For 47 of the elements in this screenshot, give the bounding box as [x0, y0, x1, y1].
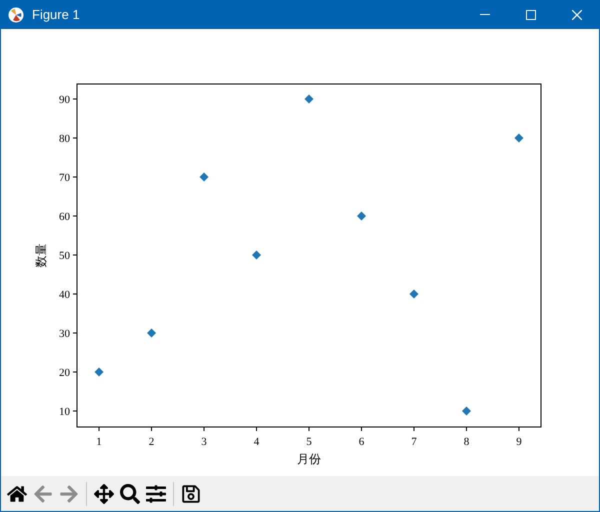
tick-mark: [72, 332, 78, 334]
y-tick-label: 40: [59, 289, 70, 301]
tick-mark: [518, 426, 520, 432]
x-axis-label: 月份: [297, 452, 321, 466]
home-icon: [7, 484, 27, 504]
y-tick-label: 30: [59, 328, 70, 340]
forward-arrow-icon: [59, 484, 79, 504]
x-tick-label: 8: [464, 436, 470, 448]
y-tick-label: 90: [59, 94, 70, 106]
y-tick-label: 70: [59, 172, 70, 184]
tick-mark: [466, 426, 467, 432]
tick-mark: [72, 176, 78, 178]
magnifier-icon: [120, 484, 140, 504]
tick-mark: [151, 426, 152, 432]
tick-mark: [98, 426, 100, 432]
x-tick-label: 5: [306, 436, 312, 448]
y-tick-label: 60: [59, 211, 70, 224]
x-tick-label: 1: [96, 436, 102, 448]
window-title: Figure 1: [32, 6, 80, 24]
x-tick-label: 2: [148, 436, 154, 448]
tick-mark: [256, 426, 257, 432]
minimize-icon: [480, 14, 490, 15]
sliders-icon: [146, 484, 166, 504]
maximize-icon: [526, 10, 536, 20]
tick-mark: [72, 216, 78, 217]
x-tick-label: 6: [358, 436, 364, 448]
tick-mark: [308, 426, 310, 432]
y-tick-label: 20: [59, 367, 70, 379]
x-tick-label: 9: [516, 436, 522, 448]
x-tick-label: 4: [254, 436, 260, 448]
y-tick-label: 10: [59, 406, 70, 418]
back-arrow-icon: [33, 484, 53, 504]
x-tick-label: 3: [201, 436, 207, 448]
move-arrows-icon: [94, 484, 114, 504]
tick-mark: [72, 98, 78, 100]
close-icon: [572, 10, 582, 20]
y-tick-label: 80: [59, 133, 70, 146]
x-tick-label: 7: [411, 436, 417, 448]
tick-mark: [72, 254, 78, 256]
tick-mark: [72, 138, 78, 139]
tick-mark: [72, 410, 78, 412]
tick-mark: [413, 426, 414, 432]
tick-mark: [204, 426, 205, 432]
app-logo-icon: [8, 6, 24, 22]
y-axis-label: 数量: [34, 244, 48, 268]
tick-mark: [361, 426, 362, 432]
y-tick-label: 50: [59, 250, 70, 262]
